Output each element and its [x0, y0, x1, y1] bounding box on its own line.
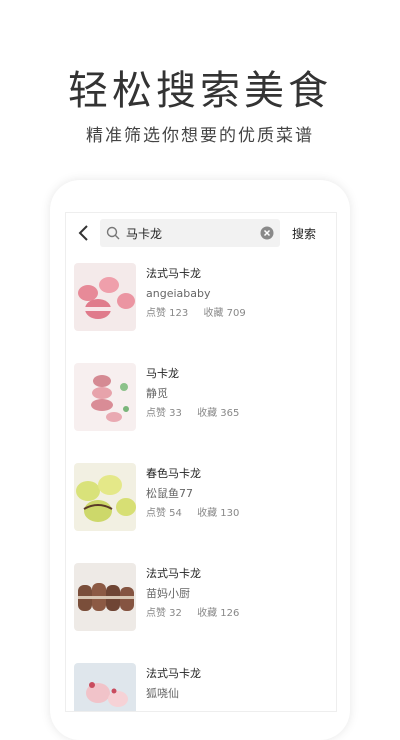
recipe-item[interactable]: 法式马卡龙 苗妈小厨 点赞 32 收藏 126	[66, 563, 336, 663]
recipe-author: 松鼠鱼77	[146, 487, 193, 500]
recipe-author: angeiababy	[146, 287, 211, 300]
headline: 轻松搜索美食	[68, 68, 332, 114]
recipe-item[interactable]: 春色马卡龙 松鼠鱼77 点赞 54 收藏 130	[66, 463, 336, 563]
recipe-thumbnail	[74, 663, 136, 711]
subheadline: 精准筛选你想要的优质菜谱	[86, 126, 314, 146]
recipe-author: 狐哓仙	[146, 687, 179, 700]
recipe-favorites: 收藏 130	[197, 508, 240, 519]
app-screen: 马卡龙 搜索 法式马卡龙 angeiababy 点赞 123 收藏 709 马卡…	[65, 212, 337, 712]
recipe-thumbnail	[74, 363, 136, 431]
recipe-thumbnail	[74, 263, 136, 331]
recipe-likes: 点赞 123	[146, 308, 189, 319]
chevron-left-icon	[78, 225, 88, 241]
search-icon	[106, 225, 122, 241]
recipe-favorites: 收藏 126	[197, 608, 240, 619]
recipe-author: 苗妈小厨	[146, 587, 190, 600]
recipe-likes: 点赞 32	[146, 608, 182, 619]
recipe-title: 法式马卡龙	[146, 567, 201, 580]
recipe-item[interactable]: 法式马卡龙 狐哓仙	[66, 663, 336, 711]
recipe-title: 马卡龙	[146, 367, 179, 380]
recipe-favorites: 收藏 365	[197, 408, 240, 419]
search-button[interactable]: 搜索	[292, 225, 316, 242]
recipe-title: 法式马卡龙	[146, 667, 201, 680]
recipe-thumbnail	[74, 563, 136, 631]
back-button[interactable]	[66, 213, 100, 253]
recipe-item[interactable]: 法式马卡龙 angeiababy 点赞 123 收藏 709	[66, 263, 336, 363]
recipe-item[interactable]: 马卡龙 静觅 点赞 33 收藏 365	[66, 363, 336, 463]
clear-icon[interactable]	[260, 226, 274, 240]
recipe-likes: 点赞 33	[146, 408, 182, 419]
search-input[interactable]: 马卡龙	[100, 219, 280, 247]
recipe-favorites: 收藏 709	[203, 308, 246, 319]
recipe-title: 法式马卡龙	[146, 267, 201, 280]
recipe-author: 静觅	[146, 387, 168, 400]
recipe-likes: 点赞 54	[146, 508, 182, 519]
search-query: 马卡龙	[126, 226, 163, 241]
recipe-thumbnail	[74, 463, 136, 531]
result-list: 法式马卡龙 angeiababy 点赞 123 收藏 709 马卡龙 静觅 点赞…	[66, 263, 336, 711]
recipe-title: 春色马卡龙	[146, 467, 201, 480]
search-bar: 马卡龙 搜索	[66, 213, 336, 253]
